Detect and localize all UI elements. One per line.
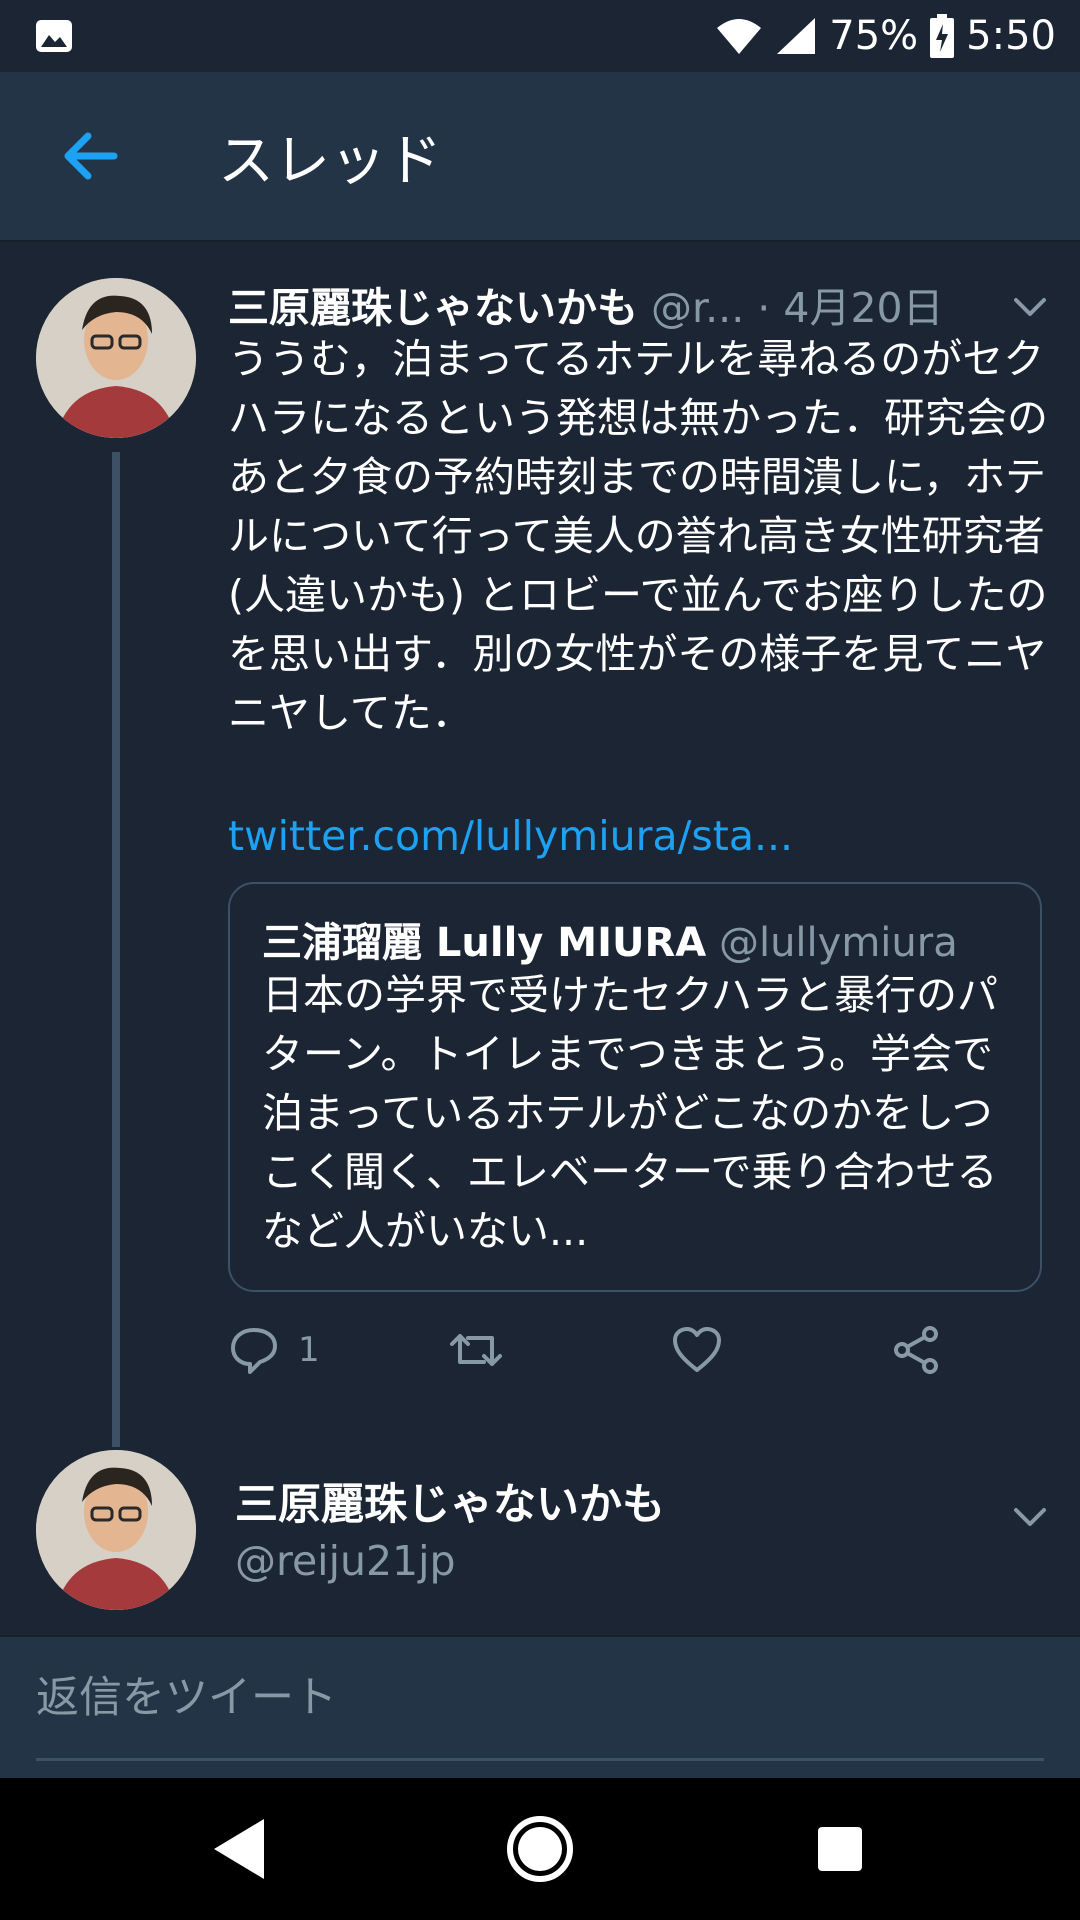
page-title: スレッド: [218, 129, 442, 194]
tweet-author-handle[interactable]: @r...: [651, 284, 744, 332]
reply-button[interactable]: 1: [228, 1320, 320, 1380]
system-nav-bar: [0, 1778, 1080, 1920]
tweet-author-name[interactable]: 三原麗珠じゃないかも: [228, 284, 638, 332]
tweet-link[interactable]: twitter.com/lullymiura/sta...: [228, 812, 793, 860]
retweet-button[interactable]: [448, 1320, 504, 1380]
reply-bar: [0, 1635, 1080, 1780]
nav-back-icon[interactable]: [200, 1809, 280, 1889]
quoted-tweet[interactable]: 三浦瑠麗 Lully MIURA @lullymiura 日本の学界で受けたセク…: [228, 882, 1042, 1292]
quoted-tweet-header: 三浦瑠麗 Lully MIURA @lullymiura: [262, 910, 958, 968]
reply-input-underline: [36, 1758, 1044, 1761]
tweet-author-handle[interactable]: @reiju21jp: [235, 1537, 456, 1585]
image-icon: [36, 20, 72, 52]
chevron-down-icon[interactable]: [1008, 284, 1052, 328]
like-button[interactable]: [671, 1320, 723, 1380]
reply-input[interactable]: [36, 1667, 1044, 1729]
heart-icon: [673, 1327, 721, 1372]
share-icon: [894, 1326, 938, 1374]
retweet-icon: [450, 1334, 502, 1366]
thread-content: 三原麗珠じゃないかも @r... · 4月20日 ううむ，泊まってるホテルを尋ね…: [0, 242, 1080, 1635]
back-arrow-icon[interactable]: [58, 124, 122, 188]
signal-icon: [777, 18, 816, 54]
nav-home-icon[interactable]: [500, 1809, 580, 1889]
app-bar: スレッド: [0, 72, 1080, 242]
reply-icon: [231, 1328, 277, 1374]
clock: 5:50: [966, 13, 1056, 59]
wifi-icon: [717, 19, 762, 54]
status-bar: 75% 5:50: [0, 0, 1080, 72]
avatar-image: [36, 278, 196, 438]
tweet-actions: 1: [228, 1320, 1048, 1390]
quoted-tweet-text: 日本の学界で受けたセクハラと暴行のパターン。トイレまでつきまとう。学会で泊まって…: [262, 971, 998, 1255]
tweet-date: · 4月20日: [757, 284, 944, 332]
battery-percent: 75%: [829, 13, 919, 59]
battery-icon: [930, 14, 955, 58]
avatar[interactable]: [36, 1450, 196, 1610]
reply-count: 1: [298, 1330, 320, 1370]
tweet-text: ううむ，泊まってるホテルを尋ねるのがセクハラになるという発想は無かった．研究会の…: [228, 335, 1048, 737]
quoted-author-name: 三浦瑠麗 Lully MIURA: [262, 920, 707, 966]
thread-connector: [112, 452, 120, 1447]
share-button[interactable]: [890, 1320, 942, 1380]
tweet-header: 三原麗珠じゃないかも @r... · 4月20日: [228, 274, 944, 334]
chevron-down-icon[interactable]: [1008, 1494, 1052, 1538]
avatar[interactable]: [36, 278, 196, 438]
avatar-image: [36, 1450, 196, 1610]
tweet-author-name[interactable]: 三原麗珠じゃないかも: [235, 1470, 665, 1532]
quoted-author-handle: @lullymiura: [718, 920, 958, 966]
nav-recents-icon[interactable]: [800, 1809, 880, 1889]
